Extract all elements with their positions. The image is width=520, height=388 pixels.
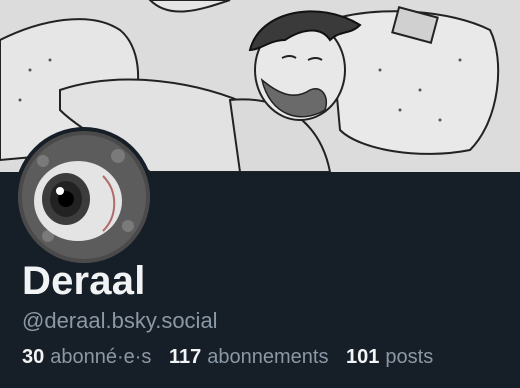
posts-stat: 101 posts xyxy=(346,346,433,368)
avatar-container[interactable] xyxy=(14,127,154,267)
followers-label: abonné·e·s xyxy=(50,346,152,368)
display-name: Deraal xyxy=(22,259,146,303)
posts-label: posts xyxy=(385,346,434,368)
following-stat[interactable]: 117 abonnements xyxy=(169,346,328,368)
following-label: abonnements xyxy=(207,346,329,368)
followers-count: 30 xyxy=(22,346,45,368)
user-handle: @deraal.bsky.social xyxy=(22,308,218,333)
followers-stat[interactable]: 30 abonné·e·s xyxy=(22,346,151,368)
eyeball-avatar-icon[interactable] xyxy=(18,131,150,263)
profile-stats: 30 abonné·e·s 117 abonnements 101 posts xyxy=(22,344,445,370)
posts-count: 101 xyxy=(346,346,380,368)
following-count: 117 xyxy=(169,346,202,368)
